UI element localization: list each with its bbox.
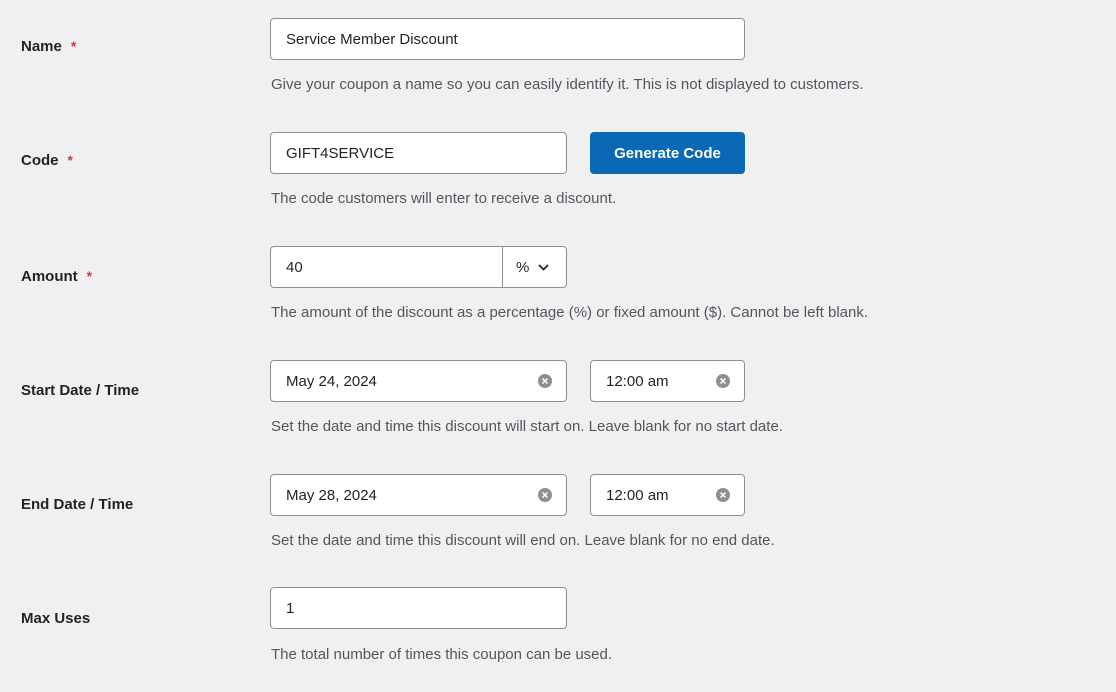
amount-label: Amount *	[21, 268, 92, 285]
end-help: Set the date and time this discount will…	[271, 532, 775, 549]
clear-icon[interactable]	[538, 488, 552, 502]
amount-type-select[interactable]: %	[502, 247, 566, 287]
max-uses-label: Max Uses	[21, 610, 91, 627]
end-time-field[interactable]	[606, 486, 729, 504]
max-uses-field[interactable]	[286, 599, 551, 617]
code-label: Code *	[21, 152, 73, 169]
clear-icon[interactable]	[716, 374, 730, 388]
name-input[interactable]	[270, 18, 745, 60]
amount-input[interactable]: %	[270, 246, 567, 288]
start-label: Start Date / Time	[21, 382, 140, 399]
generate-code-button[interactable]: Generate Code	[590, 132, 745, 174]
amount-help: The amount of the discount as a percenta…	[271, 304, 869, 321]
amount-type-value: %	[516, 258, 530, 276]
max-uses-input[interactable]	[270, 587, 567, 629]
code-label-text: Code	[21, 152, 59, 169]
code-help: The code customers will enter to receive…	[271, 190, 617, 207]
name-help: Give your coupon a name so you can easil…	[271, 76, 864, 93]
end-date-field[interactable]	[286, 486, 551, 504]
code-input-field[interactable]	[286, 144, 551, 162]
clear-icon[interactable]	[538, 374, 552, 388]
name-label-text: Name	[21, 38, 62, 55]
end-label: End Date / Time	[21, 496, 134, 513]
start-date-input[interactable]	[270, 360, 567, 402]
start-help: Set the date and time this discount will…	[271, 418, 783, 435]
name-input-field[interactable]	[286, 30, 729, 48]
clear-icon[interactable]	[716, 488, 730, 502]
start-time-field[interactable]	[606, 372, 729, 390]
chevron-down-icon	[538, 263, 549, 271]
code-input[interactable]	[270, 132, 567, 174]
start-date-field[interactable]	[286, 372, 551, 390]
end-time-input[interactable]	[590, 474, 745, 516]
required-asterisk: *	[86, 268, 93, 284]
start-time-input[interactable]	[590, 360, 745, 402]
amount-input-field[interactable]	[286, 258, 486, 276]
max-uses-help: The total number of times this coupon ca…	[271, 646, 613, 663]
name-label: Name *	[21, 38, 76, 55]
amount-label-text: Amount	[21, 268, 78, 285]
required-asterisk: *	[67, 152, 73, 168]
required-asterisk: *	[70, 38, 77, 54]
end-date-input[interactable]	[270, 474, 567, 516]
